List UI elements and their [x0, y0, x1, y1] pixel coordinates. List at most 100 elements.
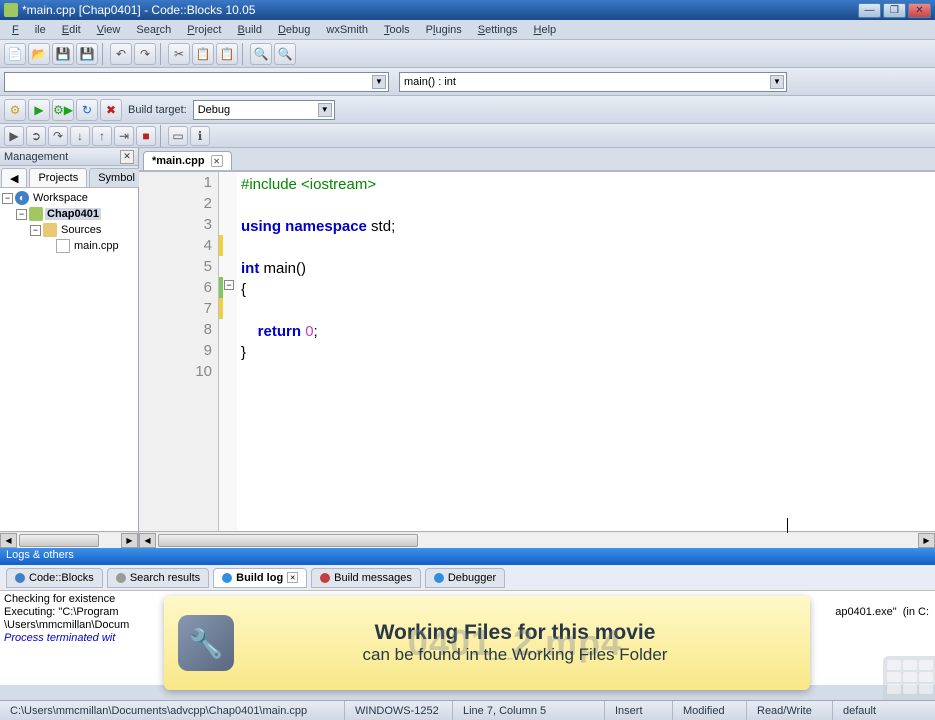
code-editor[interactable]: 1 2 3 4 5 6 7 8 9 10	[139, 172, 935, 531]
debug-start-button[interactable]: ▶	[4, 126, 24, 146]
status-encoding: WINDOWS-1252	[345, 701, 453, 720]
find-button[interactable]: 🔍	[250, 43, 272, 65]
fold-column: −	[223, 172, 237, 531]
redo-button[interactable]: ↷	[134, 43, 156, 65]
menu-view[interactable]: View	[89, 22, 129, 38]
scroll-left-button[interactable]: ◀	[0, 533, 17, 548]
log-tab-buildmsg[interactable]: Build messages	[311, 568, 421, 588]
build-target-combo[interactable]: Debug ▼	[193, 100, 335, 120]
build-run-button[interactable]: ⚙▶	[52, 99, 74, 121]
next-line-button[interactable]: ↷	[48, 126, 68, 146]
menu-settings[interactable]: Settings	[470, 22, 526, 38]
wrench-icon: 🔧	[178, 615, 234, 671]
close-button[interactable]: ✕	[908, 3, 931, 18]
stop-debug-button[interactable]: ■	[136, 126, 156, 146]
tree-toggle-icon[interactable]: −	[2, 193, 13, 204]
close-tab-button[interactable]: ✕	[211, 155, 223, 167]
editor-tab-main[interactable]: *main.cpp ✕	[143, 151, 232, 170]
editor-tab-label: *main.cpp	[152, 155, 205, 167]
toolbar-scope: ▼ main() : int ▼	[0, 68, 935, 96]
log-tabs: Code::Blocks Search results Build log ✕ …	[0, 565, 935, 591]
minimize-button[interactable]: —	[858, 3, 881, 18]
mgmt-hscrollbar[interactable]: ◀ ▶	[0, 531, 138, 548]
menu-project[interactable]: Project	[179, 22, 229, 38]
next-instr-button[interactable]: ⇥	[114, 126, 134, 146]
close-tab-button[interactable]: ✕	[287, 572, 298, 583]
logs-header[interactable]: Logs & others	[0, 548, 935, 565]
function-value: main() : int	[404, 76, 456, 88]
toolbar-debug: ▶ ➲ ↷ ↓ ↑ ⇥ ■ ▭ ℹ	[0, 124, 935, 148]
cut-button[interactable]: ✂	[168, 43, 190, 65]
toolbar-build: ⚙ ▶ ⚙▶ ↻ ✖ Build target: Debug ▼	[0, 96, 935, 124]
log-tab-debugger[interactable]: Debugger	[425, 568, 505, 588]
save-button[interactable]: 💾	[52, 43, 74, 65]
save-all-button[interactable]: 💾	[76, 43, 98, 65]
copy-button[interactable]: 📋	[192, 43, 214, 65]
tree-toggle-icon[interactable]: −	[30, 225, 41, 236]
log-tab-buildlog[interactable]: Build log ✕	[213, 568, 307, 588]
open-button[interactable]: 📂	[28, 43, 50, 65]
keyboard-overlay-icon	[883, 656, 935, 700]
function-combo[interactable]: main() : int ▼	[399, 72, 787, 92]
menu-search[interactable]: Search	[128, 22, 179, 38]
tree-label: main.cpp	[72, 240, 121, 252]
status-insert-mode: Insert	[605, 701, 673, 720]
paste-button[interactable]: 📋	[216, 43, 238, 65]
editor-hscrollbar[interactable]: ◀ ▶	[139, 531, 935, 548]
editor-area: *main.cpp ✕ 1 2 3 4 5 6 7 8 9 10	[139, 148, 935, 548]
tab-dot-icon	[222, 573, 232, 583]
close-panel-button[interactable]: ✕	[120, 150, 134, 164]
tab-dot-icon	[15, 573, 25, 583]
dropdown-arrow-icon: ▼	[372, 75, 386, 89]
scroll-right-button[interactable]: ▶	[918, 533, 935, 548]
tab-dot-icon	[434, 573, 444, 583]
menu-plugins[interactable]: Plugins	[418, 22, 470, 38]
tab-nav-left[interactable]: ◀	[1, 168, 27, 187]
tree-folder-sources[interactable]: − Sources	[30, 222, 136, 238]
new-file-button[interactable]: 📄	[4, 43, 26, 65]
log-tab-search[interactable]: Search results	[107, 568, 209, 588]
menu-bar: File Edit View Search Project Build Debu…	[0, 20, 935, 40]
step-into-button[interactable]: ↓	[70, 126, 90, 146]
window-title-bar: *main.cpp [Chap0401] - Code::Blocks 10.0…	[0, 0, 935, 20]
tab-projects[interactable]: Projects	[29, 168, 87, 187]
scope-combo[interactable]: ▼	[4, 72, 389, 92]
project-tree: − ◐ Workspace − Chap0401 − Sources main.…	[0, 188, 138, 531]
app-icon	[4, 3, 18, 17]
rebuild-button[interactable]: ↻	[76, 99, 98, 121]
file-icon	[56, 239, 70, 253]
tree-project[interactable]: − Chap0401	[16, 206, 136, 222]
replace-button[interactable]: 🔍	[274, 43, 296, 65]
log-tab-codeblocks[interactable]: Code::Blocks	[6, 568, 103, 588]
debug-windows-button[interactable]: ▭	[168, 126, 188, 146]
menu-debug[interactable]: Debug	[270, 22, 318, 38]
menu-build[interactable]: Build	[230, 22, 270, 38]
run-to-cursor-button[interactable]: ➲	[26, 126, 46, 146]
step-out-button[interactable]: ↑	[92, 126, 112, 146]
menu-edit[interactable]: Edit	[54, 22, 89, 38]
tree-file-main[interactable]: main.cpp	[56, 238, 136, 254]
menu-wxsmith[interactable]: wxSmith	[318, 22, 376, 38]
tab-symbols[interactable]: Symbol	[89, 168, 144, 187]
info-button[interactable]: ℹ	[190, 126, 210, 146]
status-readwrite: Read/Write	[747, 701, 833, 720]
code-text[interactable]: #include <iostream> using namespace std;…	[237, 172, 935, 531]
toolbar-main: 📄 📂 💾 💾 ↶ ↷ ✂ 📋 📋 🔍 🔍	[0, 40, 935, 68]
tree-toggle-icon[interactable]: −	[16, 209, 27, 220]
management-title-bar: Management ✕	[0, 148, 138, 166]
menu-tools[interactable]: Tools	[376, 22, 418, 38]
scroll-left-button[interactable]: ◀	[139, 533, 156, 548]
dropdown-arrow-icon: ▼	[318, 103, 332, 117]
maximize-button[interactable]: ❐	[883, 3, 906, 18]
menu-file[interactable]: File	[4, 22, 54, 38]
run-button[interactable]: ▶	[28, 99, 50, 121]
build-button[interactable]: ⚙	[4, 99, 26, 121]
fold-toggle-icon[interactable]: −	[224, 280, 234, 290]
undo-button[interactable]: ↶	[110, 43, 132, 65]
menu-help[interactable]: Help	[526, 22, 565, 38]
scroll-right-button[interactable]: ▶	[121, 533, 138, 548]
status-language: default	[833, 701, 935, 720]
abort-button[interactable]: ✖	[100, 99, 122, 121]
tree-label: Chap0401	[45, 208, 101, 220]
tree-workspace[interactable]: − ◐ Workspace	[2, 190, 136, 206]
